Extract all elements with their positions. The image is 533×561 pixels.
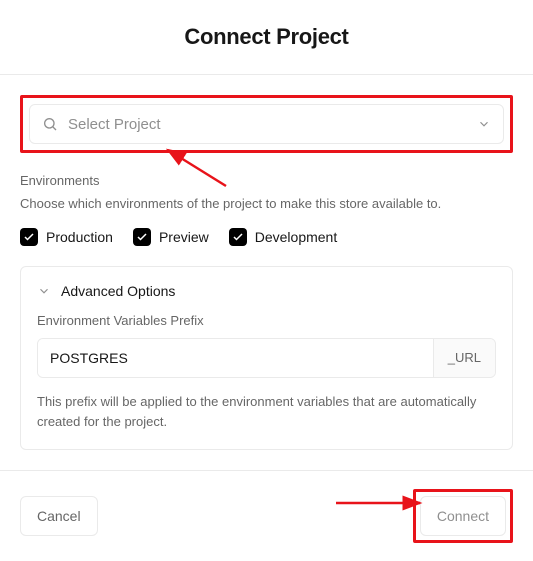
advanced-options-panel: Advanced Options Environment Variables P…	[20, 266, 513, 451]
checkbox-box	[229, 228, 247, 246]
environments-label: Environments	[20, 173, 513, 188]
dialog-header: Connect Project	[0, 0, 533, 74]
checkbox-box	[133, 228, 151, 246]
advanced-options-toggle[interactable]: Advanced Options	[37, 283, 496, 299]
chevron-down-icon	[37, 284, 51, 298]
check-icon	[232, 231, 244, 243]
cancel-button[interactable]: Cancel	[20, 496, 98, 536]
annotation-highlight-connect: Connect	[413, 489, 513, 543]
checkbox-preview[interactable]: Preview	[133, 228, 209, 246]
dialog-footer: Cancel Connect	[0, 470, 533, 561]
env-prefix-suffix: _URL	[433, 339, 495, 377]
environments-description: Choose which environments of the project…	[20, 194, 513, 214]
checkbox-production[interactable]: Production	[20, 228, 113, 246]
chevron-down-icon	[477, 117, 491, 131]
project-select-placeholder: Select Project	[68, 116, 467, 133]
search-icon	[42, 116, 58, 132]
advanced-options-title: Advanced Options	[61, 283, 175, 299]
annotation-highlight-select: Select Project	[20, 95, 513, 153]
project-select[interactable]: Select Project	[29, 104, 504, 144]
checkbox-development[interactable]: Development	[229, 228, 338, 246]
checkbox-label: Development	[255, 229, 338, 245]
env-prefix-group: _URL	[37, 338, 496, 378]
dialog-title: Connect Project	[0, 24, 533, 50]
checkbox-label: Preview	[159, 229, 209, 245]
env-prefix-input[interactable]	[38, 339, 433, 377]
dialog-body: Select Project Environments Choose which…	[0, 75, 533, 470]
checkbox-label: Production	[46, 229, 113, 245]
check-icon	[23, 231, 35, 243]
check-icon	[136, 231, 148, 243]
env-prefix-label: Environment Variables Prefix	[37, 313, 496, 328]
environments-checkboxes: Production Preview Development	[20, 228, 513, 246]
env-prefix-description: This prefix will be applied to the envir…	[37, 392, 496, 434]
connect-button[interactable]: Connect	[420, 496, 506, 536]
checkbox-box	[20, 228, 38, 246]
